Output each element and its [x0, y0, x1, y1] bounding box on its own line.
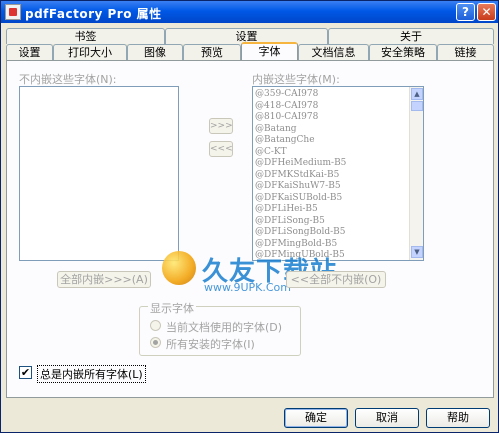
tab-about[interactable]: 关于: [328, 28, 494, 44]
radio-current-document-fonts-label: 当前文档使用的字体(D): [166, 321, 283, 334]
font-list-item[interactable]: @DFLiSongBold-B5: [255, 226, 346, 238]
font-list-item[interactable]: @DFKaiShuW7-B5: [255, 180, 341, 192]
watermark-globe-icon: [162, 251, 196, 285]
tab-links[interactable]: 链接: [437, 44, 494, 60]
tab-image[interactable]: 图像: [127, 44, 183, 60]
cancel-button[interactable]: 取消: [355, 408, 419, 428]
embedded-label: 内嵌这些字体(M):: [252, 73, 340, 86]
font-list-item[interactable]: @DFLiSong-B5: [255, 215, 325, 227]
embed-none-button[interactable]: <<全部不内嵌(O): [286, 271, 386, 288]
tab-fonts[interactable]: 字体: [241, 42, 298, 60]
tab-security[interactable]: 安全策略: [369, 44, 437, 60]
font-list-item[interactable]: @DFHeiMedium-B5: [255, 157, 346, 169]
font-list-item[interactable]: @BatangChe: [255, 134, 315, 146]
ok-button[interactable]: 确定: [284, 408, 348, 428]
help-button[interactable]: 帮助: [426, 408, 490, 428]
display-fonts-title: 显示字体: [148, 300, 196, 316]
embedded-list-scrollbar[interactable]: ▲ ▼: [409, 87, 423, 260]
not-embedded-list[interactable]: [19, 86, 179, 261]
scroll-up-icon[interactable]: ▲: [411, 88, 423, 100]
font-list-item[interactable]: @Batang: [255, 123, 297, 135]
help-icon[interactable]: ?: [456, 3, 475, 21]
tab-print-size[interactable]: 打印大小: [53, 44, 127, 60]
close-icon[interactable]: ✕: [477, 3, 496, 21]
always-embed-checkbox[interactable]: ✔: [19, 366, 32, 379]
tab-bookmarks[interactable]: 书签: [6, 28, 165, 44]
font-list-item[interactable]: @DFMKStdKai-B5: [255, 169, 339, 181]
font-list-item[interactable]: @DFLiHei-B5: [255, 203, 318, 215]
font-list-item[interactable]: @418-CAI978: [255, 100, 318, 112]
embedded-list[interactable]: @359-CAI978 @418-CAI978 @810-CAI978 @Batang…: [252, 86, 424, 261]
title-bar[interactable]: pdfFactory Pro 属性 ? ✕: [1, 1, 498, 23]
watermark-url: www.9UPK.Com: [204, 281, 291, 294]
tab-preview[interactable]: 预览: [183, 44, 241, 60]
remove-font-button[interactable]: <<<: [209, 141, 233, 157]
radio-all-installed-fonts[interactable]: [150, 337, 161, 348]
always-embed-label[interactable]: 总是内嵌所有字体(L): [37, 365, 146, 383]
pdf-app-icon: [5, 4, 21, 20]
tab-document-info[interactable]: 文档信息: [298, 44, 369, 60]
font-list-item[interactable]: @C-KT: [255, 146, 287, 158]
tab-settings[interactable]: 设置: [6, 44, 53, 60]
font-list-item[interactable]: @DFMingBold-B5: [255, 238, 337, 250]
scroll-down-icon[interactable]: ▼: [411, 246, 423, 258]
not-embedded-label: 不内嵌这些字体(N):: [19, 73, 117, 86]
font-list-item[interactable]: @359-CAI978: [255, 88, 318, 100]
radio-all-installed-fonts-label: 所有安装的字体(I): [166, 338, 255, 351]
fonts-panel: 不内嵌这些字体(N): 内嵌这些字体(M): @359-CAI978 @418-C…: [6, 60, 494, 398]
font-list-item[interactable]: @DFKaiSUBold-B5: [255, 192, 342, 204]
properties-dialog: pdfFactory Pro 属性 ? ✕ 书签 设置 关于 设置 打印大小 图…: [0, 0, 499, 433]
radio-current-document-fonts[interactable]: [150, 320, 161, 331]
display-fonts-group: 显示字体 当前文档使用的字体(D) 所有安装的字体(I): [139, 300, 301, 356]
add-font-button[interactable]: >>>: [209, 118, 233, 134]
scroll-thumb[interactable]: [411, 101, 423, 111]
font-list-item[interactable]: @810-CAI978: [255, 111, 318, 123]
embed-all-button[interactable]: 全部内嵌>>>(A): [57, 271, 151, 288]
window-title: pdfFactory Pro 属性: [25, 7, 162, 21]
